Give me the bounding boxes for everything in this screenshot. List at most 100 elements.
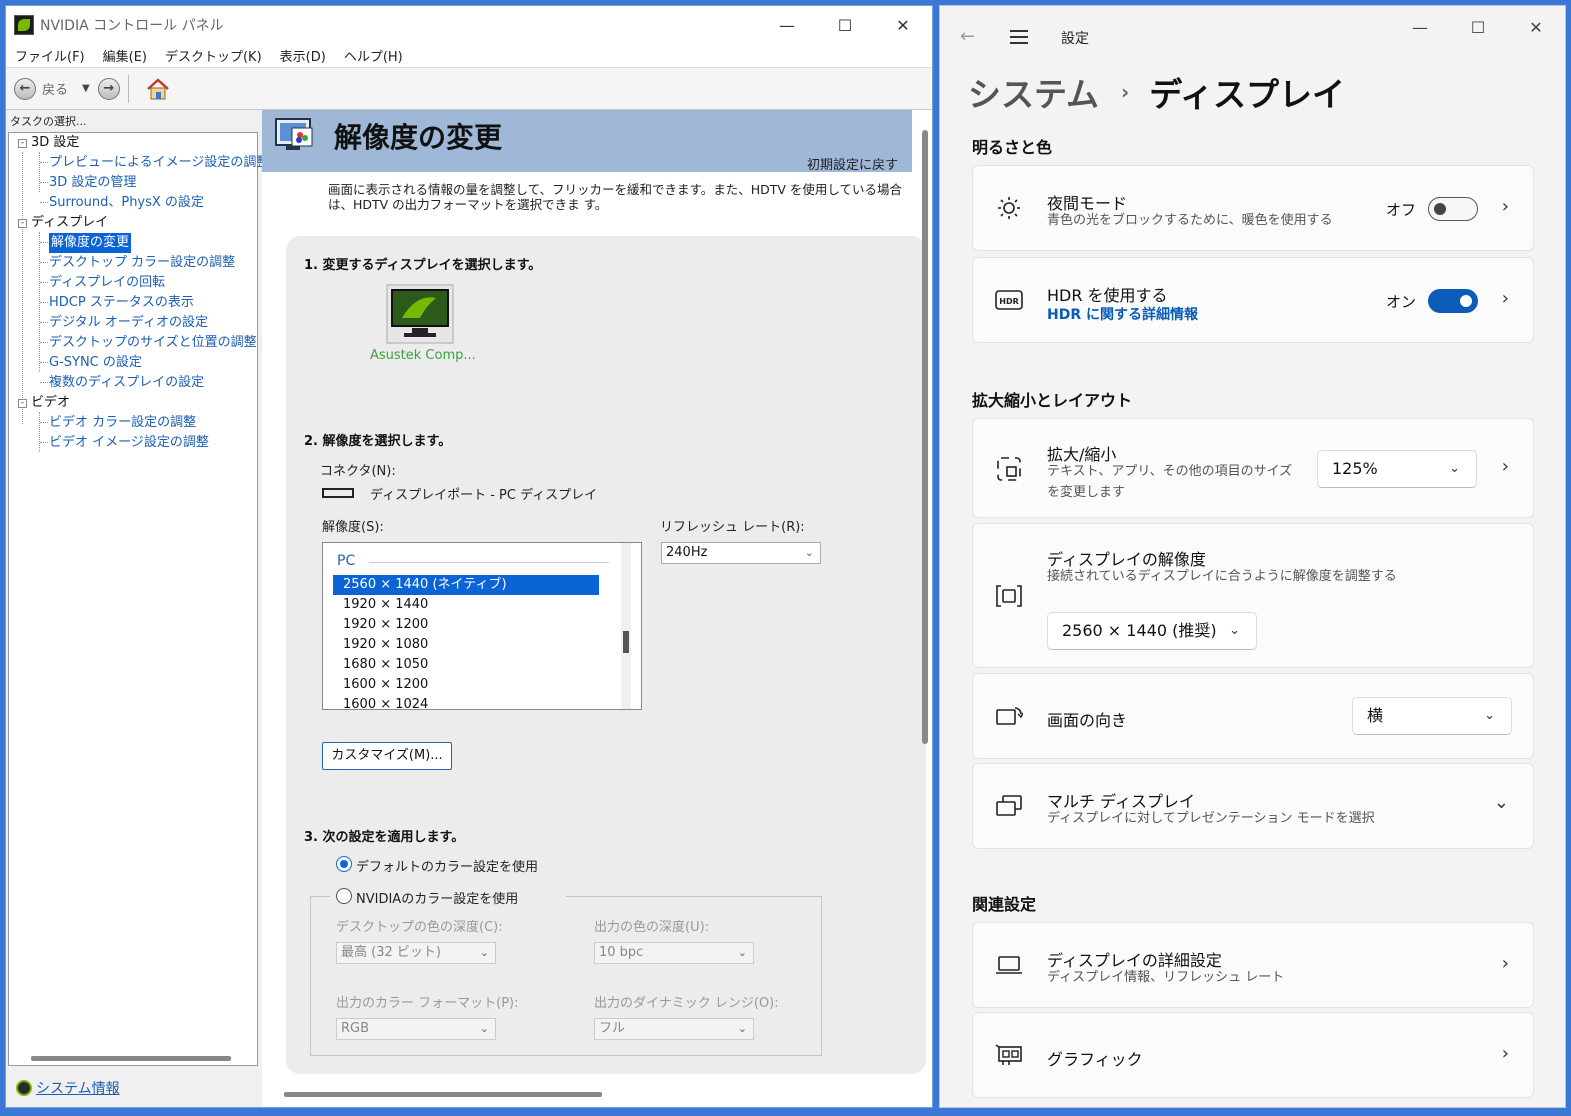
back-dropdown-icon[interactable]: ▼: [82, 83, 90, 94]
tree-item-rotate[interactable]: ディスプレイの回転: [49, 273, 165, 293]
radio-default-color-label[interactable]: デフォルトのカラー設定を使用: [356, 856, 538, 875]
back-arrow-icon[interactable]: ←: [14, 77, 36, 100]
forward-arrow-icon[interactable]: →: [97, 77, 120, 100]
section-related-settings: 関連設定: [972, 895, 1037, 914]
page-header: 解像度の変更 初期設定に戻す: [262, 110, 912, 173]
resolution-icon: [995, 582, 1023, 610]
resolution-list[interactable]: PC 2560 × 1440 (ネイティブ) 1920 × 1440 1920 …: [322, 542, 642, 710]
monitor-label[interactable]: Asustek Comp...: [370, 348, 476, 363]
hdr-info-link[interactable]: HDR に関する詳細情報: [1047, 304, 1198, 324]
advanced-display-subtitle: ディスプレイ情報、リフレッシュ レート: [1047, 970, 1285, 985]
desktop-color-depth-select[interactable]: 最高 (32 ビット) ⌄: [336, 942, 496, 964]
hdr-toggle[interactable]: [1428, 289, 1478, 313]
customize-button[interactable]: カスタマイズ(M)...: [322, 742, 452, 770]
menu-view[interactable]: 表示(D): [271, 46, 335, 65]
multi-display-card[interactable]: マルチ ディスプレイ ディスプレイに対してプレゼンテーション モードを選択 ⌄: [972, 763, 1534, 849]
tree-item-preview[interactable]: プレビューによるイメージ設定の調整: [49, 153, 269, 173]
laptop-icon: [995, 951, 1023, 979]
tree-horizontal-scrollbar[interactable]: [31, 1056, 231, 1061]
resolution-group-label: PC: [337, 553, 356, 569]
chevron-down-icon[interactable]: ⌄: [1494, 792, 1509, 813]
tree-item-3d-manage[interactable]: 3D 設定の管理: [49, 173, 136, 193]
tree-cat-3d[interactable]: 3D 設定: [31, 133, 79, 153]
tree-cat-display[interactable]: ディスプレイ: [31, 213, 108, 233]
resolution-list-scrollbar[interactable]: [621, 543, 631, 709]
close-button[interactable]: ✕: [874, 6, 932, 44]
tree-item-surround[interactable]: Surround、PhysX の設定: [49, 193, 204, 213]
chevron-right-icon[interactable]: ›: [1502, 456, 1509, 477]
night-light-toggle[interactable]: [1428, 197, 1478, 221]
refresh-rate-value: 240Hz: [666, 545, 708, 560]
output-color-depth-select[interactable]: 10 bpc ⌄: [594, 942, 754, 964]
tree-item-gsync[interactable]: G-SYNC の設定: [49, 353, 142, 373]
menu-file[interactable]: ファイル(F): [6, 46, 94, 65]
menu-help[interactable]: ヘルプ(H): [335, 46, 412, 65]
hdr-card[interactable]: HDR HDR を使用する HDR に関する詳細情報 オン ›: [972, 257, 1534, 343]
chevron-down-icon: ⌄: [1484, 708, 1495, 723]
settings-title-bar: ← 設定 — ☐ ✕: [940, 6, 1565, 70]
chevron-right-icon[interactable]: ›: [1502, 953, 1509, 974]
radio-nvidia-color[interactable]: [336, 888, 352, 904]
chevron-right-icon[interactable]: ›: [1502, 1043, 1509, 1064]
refresh-rate-select[interactable]: 240Hz ⌄: [661, 542, 821, 564]
resolution-option[interactable]: 1920 × 1200: [333, 615, 599, 635]
monitor-icon[interactable]: [386, 284, 456, 346]
minimize-button[interactable]: —: [1391, 6, 1449, 48]
tree-item-audio[interactable]: デジタル オーディオの設定: [49, 313, 208, 333]
radio-default-color[interactable]: [336, 856, 352, 872]
content-horizontal-scrollbar[interactable]: [284, 1092, 602, 1097]
tree-item-video-image[interactable]: ビデオ イメージ設定の調整: [49, 433, 209, 453]
radio-nvidia-color-label[interactable]: NVIDIAのカラー設定を使用: [356, 888, 518, 907]
menu-desktop[interactable]: デスクトップ(K): [156, 46, 271, 65]
resolution-option[interactable]: 1920 × 1080: [333, 635, 599, 655]
collapse-3d-icon[interactable]: -: [18, 139, 27, 148]
close-button[interactable]: ✕: [1507, 6, 1565, 48]
breadcrumb-system[interactable]: システム: [968, 68, 1099, 116]
advanced-display-card[interactable]: ディスプレイの詳細設定 ディスプレイ情報、リフレッシュ レート ›: [972, 922, 1534, 1008]
tree-cat-video[interactable]: ビデオ: [31, 393, 70, 413]
back-arrow-icon[interactable]: ←: [960, 26, 975, 47]
step2-label: 2. 解像度を選択します。: [304, 434, 452, 449]
night-light-subtitle: 青色の光をブロックするために、暖色を使用する: [1047, 213, 1333, 228]
tree-item-hdcp[interactable]: HDCP ステータスの表示: [49, 293, 194, 313]
graphics-card[interactable]: グラフィック ›: [972, 1012, 1534, 1098]
orientation-title: 画面の向き: [1047, 711, 1128, 730]
resolution-option-selected[interactable]: 2560 × 1440 (ネイティブ): [333, 575, 599, 595]
hamburger-menu-icon[interactable]: [1010, 30, 1028, 44]
scale-card[interactable]: 拡大/縮小 テキスト、アプリ、その他の項目のサイズを変更します 125% ⌄ ›: [972, 418, 1534, 518]
collapse-display-icon[interactable]: -: [18, 219, 27, 228]
night-light-card[interactable]: 夜間モード 青色の光をブロックするために、暖色を使用する オフ ›: [972, 165, 1534, 251]
chevron-right-icon[interactable]: ›: [1502, 288, 1509, 309]
tree-item-multi[interactable]: 複数のディスプレイの設定: [49, 373, 204, 393]
system-info-link[interactable]: システム情報: [16, 1078, 120, 1098]
collapse-video-icon[interactable]: -: [18, 399, 27, 408]
chevron-right-icon[interactable]: ›: [1502, 196, 1509, 217]
hdr-icon: HDR: [995, 286, 1023, 314]
resolution-option[interactable]: 1600 × 1024: [333, 695, 599, 709]
output-color-format-select[interactable]: RGB ⌄: [336, 1018, 496, 1040]
home-icon[interactable]: [145, 76, 171, 102]
system-info-label[interactable]: システム情報: [36, 1078, 120, 1098]
maximize-button[interactable]: ☐: [816, 6, 874, 44]
resolution-option[interactable]: 1680 × 1050: [333, 655, 599, 675]
tree-item-desktop-color[interactable]: デスクトップ カラー設定の調整: [49, 253, 235, 273]
reset-defaults-link[interactable]: 初期設定に戻す: [807, 154, 898, 173]
tree-item-size[interactable]: デスクトップのサイズと位置の調整: [49, 333, 257, 353]
resolution-dropdown[interactable]: 2560 × 1440 (推奨) ⌄: [1047, 612, 1257, 650]
dynamic-range-select[interactable]: フル ⌄: [594, 1018, 754, 1040]
tree-item-resolution[interactable]: 解像度の変更: [49, 233, 132, 253]
orientation-dropdown[interactable]: 横 ⌄: [1352, 697, 1512, 735]
scale-dropdown[interactable]: 125% ⌄: [1317, 450, 1477, 488]
menu-edit[interactable]: 編集(E): [94, 46, 156, 65]
back-label[interactable]: 戻る: [42, 79, 68, 98]
minimize-button[interactable]: —: [758, 6, 816, 44]
resolution-option[interactable]: 1600 × 1200: [333, 675, 599, 695]
maximize-button[interactable]: ☐: [1449, 6, 1507, 48]
resolution-option[interactable]: 1920 × 1440: [333, 595, 599, 615]
multi-display-icon: [995, 792, 1023, 820]
dynamic-range-label: 出力のダイナミック レンジ(O):: [594, 996, 779, 1011]
content-vertical-scrollbar[interactable]: [922, 130, 928, 744]
tree-item-video-color[interactable]: ビデオ カラー設定の調整: [49, 413, 196, 433]
nvidia-title-bar: NVIDIA コントロール パネル — ☐ ✕: [6, 6, 932, 44]
dynamic-range-value: フル: [599, 1021, 626, 1036]
